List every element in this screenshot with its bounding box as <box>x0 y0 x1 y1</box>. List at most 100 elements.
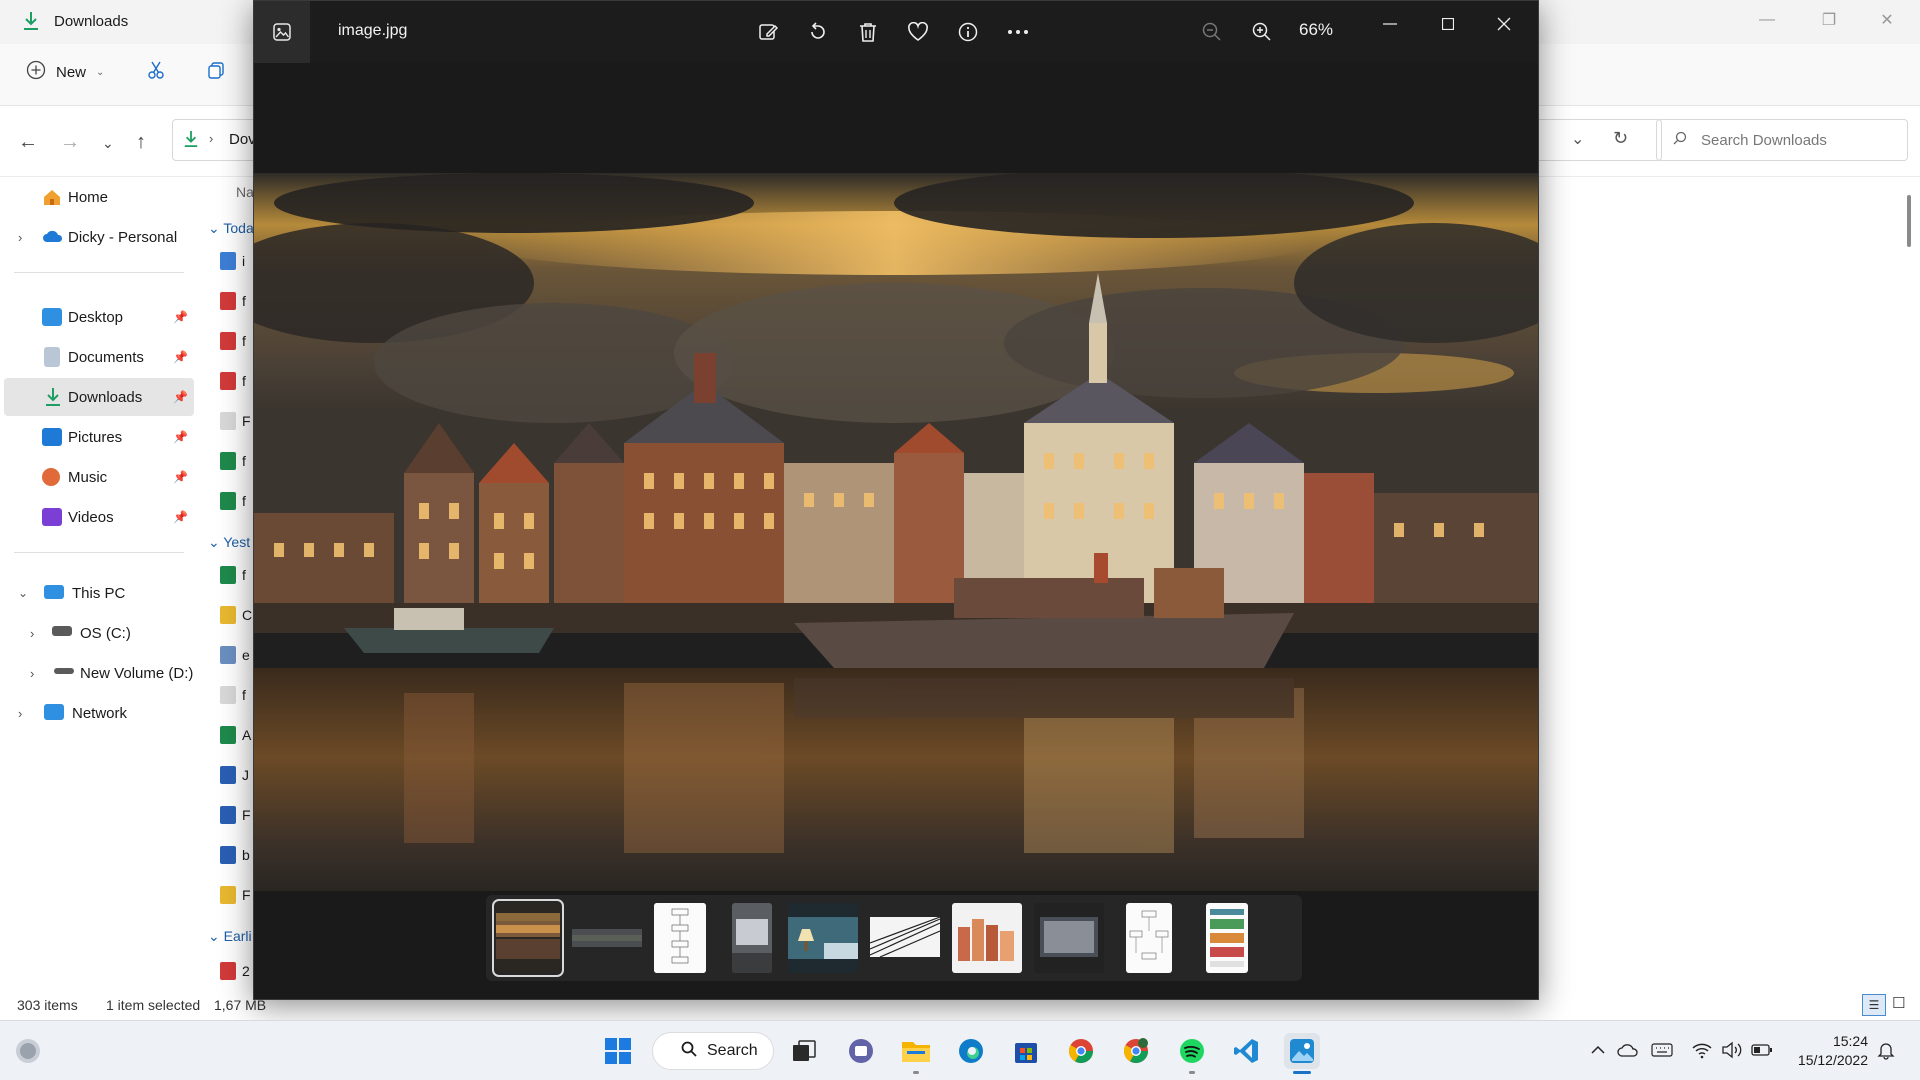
excel-icon <box>220 566 236 584</box>
spotify-icon[interactable] <box>1174 1033 1210 1069</box>
folder-icon <box>220 606 236 624</box>
tiles-view-icon[interactable]: ☐ <box>1892 994 1905 1012</box>
sidebar-item-downloads[interactable]: Downloads 📌 <box>4 378 194 416</box>
wifi-icon[interactable] <box>1690 1039 1714 1061</box>
list-item[interactable]: b <box>220 846 250 864</box>
list-item[interactable]: e <box>220 646 250 664</box>
list-item[interactable]: i <box>220 252 245 270</box>
forward-arrow-icon[interactable]: → <box>60 131 80 154</box>
list-item[interactable]: F <box>220 412 251 430</box>
notification-bell-icon[interactable] <box>1874 1039 1898 1061</box>
list-item[interactable]: f <box>220 452 246 470</box>
battery-icon[interactable] <box>1750 1039 1774 1061</box>
search-input[interactable]: Search Downloads <box>1656 119 1908 161</box>
explorer-close-button[interactable]: ✕ <box>1858 0 1916 40</box>
task-view-icon[interactable] <box>786 1033 822 1069</box>
list-item[interactable]: f <box>220 332 246 350</box>
breadcrumb[interactable]: Dov <box>229 131 256 148</box>
sidebar-item-this-pc[interactable]: ⌄ This PC <box>4 574 194 612</box>
thumbnail-city-buildings[interactable] <box>952 903 1022 973</box>
more-icon[interactable] <box>1004 18 1032 46</box>
new-button[interactable]: New ⌄ <box>26 60 104 84</box>
viewer-minimize-button[interactable] <box>1370 9 1410 39</box>
thumbnail-harbor-wide[interactable] <box>572 903 642 973</box>
copy-button[interactable] <box>206 60 226 84</box>
sidebar-item-os-c[interactable]: › OS (C:) <box>4 614 194 652</box>
sidebar-item-pictures[interactable]: Pictures 📌 <box>4 418 194 456</box>
main-photo[interactable] <box>254 173 1538 891</box>
list-item[interactable]: C <box>220 606 252 624</box>
volume-icon[interactable] <box>1720 1039 1744 1061</box>
list-item[interactable]: J <box>220 766 249 784</box>
photos-app-icon[interactable] <box>254 1 310 63</box>
chat-icon[interactable] <box>843 1033 879 1069</box>
system-clock[interactable]: 15:24 15/12/2022 <box>1788 1032 1868 1070</box>
rotate-icon[interactable] <box>804 18 832 46</box>
recent-chevron-icon[interactable]: ⌄ <box>102 135 114 152</box>
edge-icon[interactable] <box>953 1033 989 1069</box>
start-button[interactable] <box>600 1033 636 1069</box>
name-column-header[interactable]: Na <box>236 184 254 200</box>
vertical-scrollbar[interactable] <box>1907 195 1911 247</box>
thumbnail-bedroom-lamp[interactable] <box>788 903 858 973</box>
scissors-icon <box>146 60 166 84</box>
onedrive-cloud-icon[interactable] <box>1616 1039 1640 1061</box>
list-item[interactable]: f <box>220 292 246 310</box>
list-item[interactable]: f <box>220 686 246 704</box>
thumbnail-monitor-photo[interactable] <box>1034 903 1104 973</box>
sidebar-item-music[interactable]: Music 📌 <box>4 458 194 496</box>
explorer-minimize-button[interactable]: — <box>1738 0 1796 40</box>
thumbnail-harbor-night[interactable] <box>492 899 564 977</box>
delete-icon[interactable] <box>854 18 882 46</box>
cut-button[interactable] <box>146 60 166 84</box>
zoom-in-icon[interactable] <box>1248 18 1276 46</box>
list-item[interactable]: f <box>220 492 246 510</box>
list-item[interactable]: A <box>220 726 251 744</box>
list-item[interactable]: F <box>220 806 251 824</box>
sidebar-item-network[interactable]: › Network <box>4 694 194 732</box>
list-item[interactable]: f <box>220 566 246 584</box>
chrome-profile-icon[interactable] <box>1118 1033 1154 1069</box>
edit-icon[interactable] <box>754 18 782 46</box>
viewer-close-button[interactable] <box>1484 9 1524 39</box>
keyboard-icon[interactable] <box>1650 1039 1674 1061</box>
sidebar-divider <box>14 552 184 553</box>
group-header-today[interactable]: ⌄ Toda <box>208 220 254 237</box>
weather-widget-icon[interactable] <box>10 1033 46 1069</box>
thumbnail-building-facade[interactable] <box>870 903 940 973</box>
file-name: f <box>242 687 246 703</box>
thumbnail-colorful-doc[interactable] <box>1206 903 1248 973</box>
chrome-icon[interactable] <box>1063 1033 1099 1069</box>
zoom-out-icon[interactable] <box>1198 18 1226 46</box>
store-icon[interactable] <box>1008 1033 1044 1069</box>
sidebar-item-onedrive[interactable]: › Dicky - Personal <box>4 218 194 256</box>
thumbnail-flowchart-doc[interactable] <box>654 903 706 973</box>
thumbnail-diagram-doc[interactable] <box>1126 903 1172 973</box>
up-arrow-icon[interactable]: ↑ <box>136 131 146 154</box>
favorite-icon[interactable] <box>904 18 932 46</box>
sidebar-item-new-volume[interactable]: › New Volume (D:) <box>4 654 194 692</box>
group-header-yesterday[interactable]: ⌄ Yest <box>208 534 250 551</box>
list-item[interactable]: F <box>220 886 251 904</box>
sidebar-item-documents[interactable]: Documents 📌 <box>4 338 194 376</box>
details-view-icon[interactable]: ☰ <box>1862 994 1886 1016</box>
zoom-level[interactable]: 66% <box>1299 20 1333 40</box>
list-item[interactable]: f <box>220 372 246 390</box>
sidebar-item-videos[interactable]: Videos 📌 <box>4 498 194 536</box>
viewer-maximize-button[interactable] <box>1428 9 1468 39</box>
list-item[interactable]: 2 <box>220 962 250 980</box>
file-explorer-icon[interactable] <box>898 1033 934 1069</box>
photos-taskbar-icon[interactable] <box>1284 1033 1320 1069</box>
sidebar-item-desktop[interactable]: Desktop 📌 <box>4 298 194 336</box>
sidebar-item-home[interactable]: Home <box>4 178 194 216</box>
chevron-up-icon[interactable] <box>1586 1039 1610 1061</box>
taskbar-search-button[interactable]: Search <box>652 1032 774 1070</box>
info-icon[interactable] <box>954 18 982 46</box>
back-arrow-icon[interactable]: ← <box>18 131 38 154</box>
explorer-restore-button[interactable]: ❐ <box>1800 0 1858 40</box>
refresh-icon[interactable]: ↻ <box>1613 128 1628 149</box>
vscode-icon[interactable] <box>1228 1033 1264 1069</box>
thumbnail-screen-photo[interactable] <box>732 903 772 973</box>
address-dropdown-icon[interactable]: ⌄ <box>1571 129 1584 149</box>
group-header-earlier[interactable]: ⌄ Earli <box>208 928 252 945</box>
